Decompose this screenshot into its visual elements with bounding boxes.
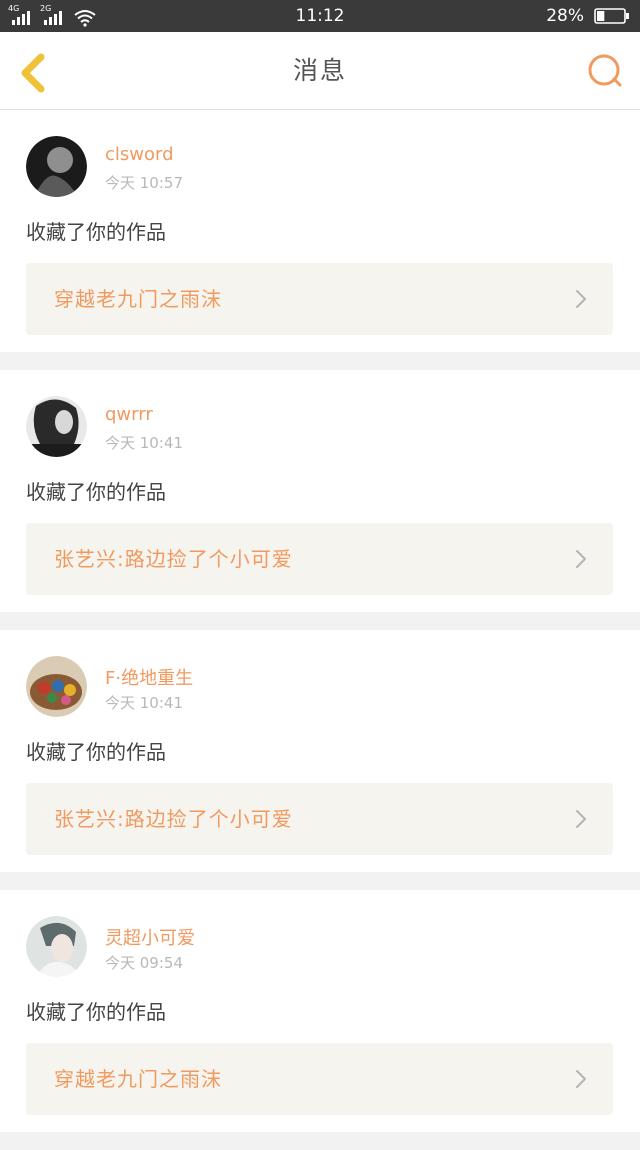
notification-card: qwrrr 今天 10:41 收藏了你的作品 张艺兴:路边捡了个小可爱 [0, 370, 640, 612]
avatar[interactable] [26, 656, 87, 717]
work-link[interactable]: 张艺兴:路边捡了个小可爱 [26, 523, 613, 595]
status-bar: 4G 2G 11:12 28% [0, 0, 640, 32]
timestamp: 今天 10:57 [105, 174, 183, 192]
work-link[interactable]: 穿越老九门之雨沫 [26, 1043, 613, 1115]
search-button[interactable] [586, 52, 624, 90]
action-text: 收藏了你的作品 [26, 480, 166, 504]
notification-card: F·绝地重生 今天 10:41 收藏了你的作品 张艺兴:路边捡了个小可爱 [0, 630, 640, 872]
chevron-right-icon [576, 290, 586, 308]
action-text: 收藏了你的作品 [26, 1000, 166, 1024]
chevron-right-icon [576, 550, 586, 568]
username[interactable]: qwrrr [105, 404, 153, 425]
chevron-right-icon [576, 1070, 586, 1088]
action-text: 收藏了你的作品 [26, 740, 166, 764]
avatar[interactable] [26, 396, 87, 457]
timestamp: 今天 10:41 [105, 694, 183, 712]
timestamp: 今天 10:41 [105, 434, 183, 452]
work-title: 穿越老九门之雨沫 [54, 287, 222, 311]
page-title: 消息 [292, 56, 347, 85]
notification-card: clsword 今天 10:57 收藏了你的作品 穿越老九门之雨沫 [0, 110, 640, 352]
avatar[interactable] [26, 916, 87, 977]
action-text: 收藏了你的作品 [26, 220, 166, 244]
username[interactable]: clsword [105, 144, 174, 165]
username[interactable]: 灵超小可爱 [105, 924, 195, 950]
timestamp: 今天 09:54 [105, 954, 183, 972]
chevron-right-icon [576, 810, 586, 828]
work-link[interactable]: 穿越老九门之雨沫 [26, 263, 613, 335]
work-link[interactable]: 张艺兴:路边捡了个小可爱 [26, 783, 613, 855]
work-title: 穿越老九门之雨沫 [54, 1067, 222, 1091]
username[interactable]: F·绝地重生 [105, 664, 193, 690]
battery-icon [594, 8, 629, 24]
work-title: 张艺兴:路边捡了个小可爱 [54, 547, 293, 571]
notification-list: clsword 今天 10:57 收藏了你的作品 穿越老九门之雨沫 qwrrr … [0, 110, 640, 1150]
avatar[interactable] [26, 136, 87, 197]
battery-percent: 28% [546, 6, 584, 26]
status-time: 11:12 [295, 6, 345, 26]
notification-card: 灵超小可爱 今天 09:54 收藏了你的作品 穿越老九门之雨沫 [0, 890, 640, 1132]
nav-bar: 消息 [0, 32, 640, 110]
work-title: 张艺兴:路边捡了个小可爱 [54, 807, 293, 831]
